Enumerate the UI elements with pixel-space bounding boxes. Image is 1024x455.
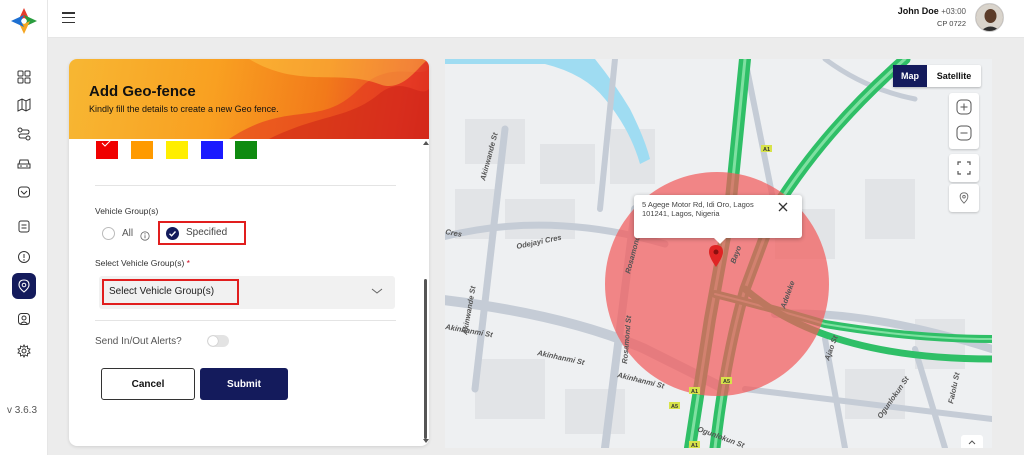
scroll-down-arrow[interactable] — [423, 439, 429, 443]
select-label-text: Select Vehicle Group(s) — [95, 258, 185, 268]
clipboard-icon[interactable] — [13, 215, 35, 237]
send-alerts-toggle[interactable] — [207, 335, 229, 347]
settings-icon[interactable] — [13, 340, 35, 362]
color-swatch-red[interactable] — [96, 139, 118, 159]
scrollbar-thumb[interactable] — [424, 279, 427, 439]
send-alerts-label: Send In/Out Alerts? — [95, 336, 182, 347]
check-icon — [169, 231, 177, 237]
color-swatch-green[interactable] — [235, 141, 257, 159]
panel-subtitle: Kindly fill the details to create a new … — [89, 104, 279, 114]
location-pin-icon[interactable] — [708, 245, 724, 267]
divider — [95, 185, 396, 186]
avatar[interactable] — [975, 3, 1004, 32]
map-view[interactable]: A1 A5 A1 A5 A1 Akinwande St Odejayi Cres… — [445, 59, 992, 448]
close-icon[interactable] — [778, 202, 788, 212]
alert-icon[interactable] — [13, 246, 35, 268]
radio-all[interactable] — [102, 227, 115, 240]
color-swatch-yellow[interactable] — [166, 141, 188, 159]
add-geofence-panel: Add Geo-fence Kindly fill the details to… — [69, 59, 429, 446]
top-bar: John Doe +03:00 CP 0722 — [48, 0, 1024, 38]
required-asterisk: * — [186, 258, 190, 268]
menu-toggle-icon[interactable] — [62, 12, 75, 23]
location-icon — [959, 192, 969, 204]
car-icon[interactable] — [13, 152, 35, 174]
fullscreen-button[interactable] — [949, 154, 979, 182]
road-badge: A5 — [723, 379, 730, 385]
submit-button[interactable]: Submit — [200, 368, 288, 400]
popup-address: 5 Agege Motor Rd, Idi Oro, Lagos 101241,… — [642, 200, 754, 218]
road-badge: A1 — [691, 389, 698, 395]
fullscreen-icon — [957, 161, 971, 175]
user-icon[interactable] — [13, 308, 35, 330]
zoom-in-icon[interactable] — [956, 99, 972, 115]
satellite-mode-button[interactable]: Satellite — [927, 65, 981, 87]
chevron-up-icon — [968, 440, 976, 445]
address-popup: 5 Agege Motor Rd, Idi Oro, Lagos 101241,… — [634, 195, 802, 244]
panel-title: Add Geo-fence — [89, 83, 196, 100]
road-badge: A1 — [691, 443, 698, 448]
vehicle-group-label: Vehicle Group(s) — [95, 206, 159, 216]
dashboard-grid-icon[interactable] — [13, 66, 35, 88]
road-badge: A1 — [763, 147, 770, 153]
geofence-pin-icon[interactable] — [12, 273, 36, 299]
tracker-icon[interactable] — [13, 181, 35, 203]
user-timezone: +03:00 — [941, 7, 966, 16]
zoom-out-icon[interactable] — [956, 125, 972, 141]
vehicle-group-select[interactable]: Select Vehicle Group(s) — [99, 276, 395, 309]
map-mode-button[interactable]: Map — [893, 65, 927, 87]
zoom-controls — [949, 93, 979, 149]
chevron-down-icon — [371, 288, 383, 294]
header-swirl-graphic — [229, 59, 429, 139]
app-version: v 3.6.3 — [7, 405, 38, 416]
app-logo[interactable] — [10, 7, 38, 35]
panel-header: Add Geo-fence Kindly fill the details to… — [69, 59, 429, 139]
user-name: John Doe — [897, 6, 939, 16]
cancel-button[interactable]: Cancel — [101, 368, 195, 400]
map-expand-handle[interactable] — [961, 435, 983, 448]
select-placeholder: Select Vehicle Group(s) — [109, 286, 215, 297]
radio-specified[interactable] — [166, 227, 179, 240]
user-name-line[interactable]: John Doe +03:00 — [898, 6, 966, 16]
color-swatch-orange[interactable] — [131, 141, 153, 159]
map-icon[interactable] — [13, 94, 35, 116]
sidebar: v 3.6.3 — [0, 0, 48, 455]
road-badge: A5 — [671, 404, 678, 410]
user-code: CP 0722 — [936, 19, 966, 28]
map-type-toggle: Map Satellite — [893, 65, 981, 87]
my-location-button[interactable] — [949, 184, 979, 212]
route-icon[interactable] — [13, 123, 35, 145]
radio-specified-label[interactable]: Specified — [186, 227, 227, 238]
scroll-up-arrow[interactable] — [423, 141, 429, 145]
select-vehicle-group-label: Select Vehicle Group(s) * — [95, 258, 190, 268]
color-swatch-blue[interactable] — [201, 141, 223, 159]
radio-all-label[interactable]: All — [122, 228, 133, 239]
info-icon[interactable] — [140, 228, 150, 241]
divider — [95, 320, 396, 321]
popup-tip — [714, 238, 726, 244]
